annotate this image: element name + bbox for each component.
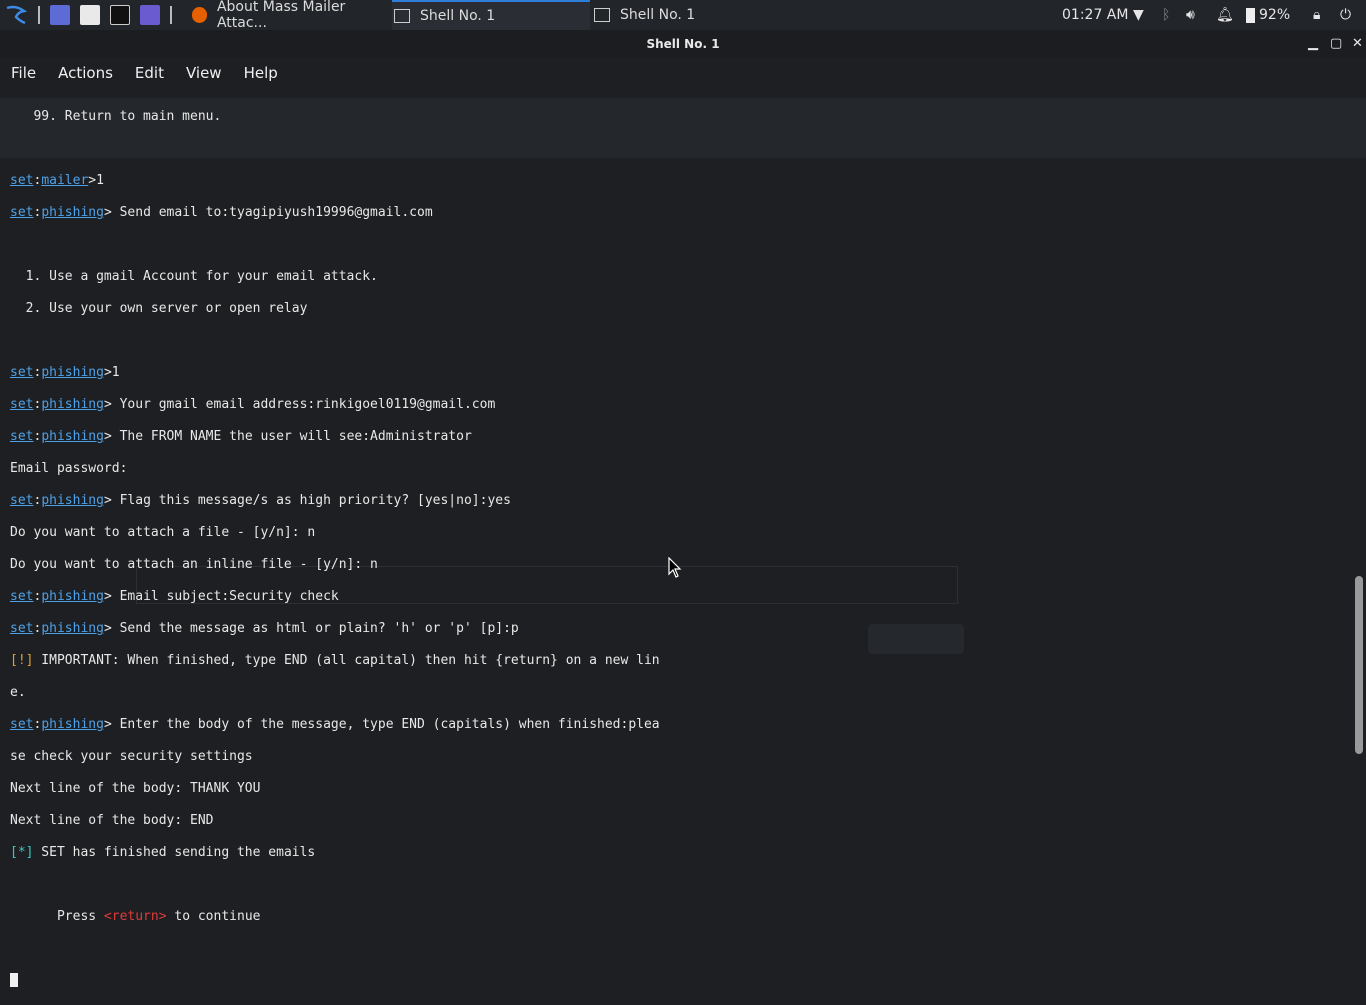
terminal-icon [594,8,610,22]
logout-icon[interactable]: ⏻ [1340,7,1351,23]
menubar: File Actions Edit View Help [0,60,289,84]
terminal-output[interactable]: 99. Return to main menu. set:mailer>1 se… [10,93,1350,1005]
battery-icon[interactable] [1246,7,1255,23]
terminal-line: set:phishing> The FROM NAME the user wil… [10,429,472,444]
close-button[interactable]: ✕ [1352,36,1363,51]
firefox-icon [192,7,207,23]
terminal-line: [!] IMPORTANT: When finished, type END (… [10,653,660,668]
volume-icon[interactable]: 🔊︎ [1186,7,1195,23]
terminal-line: set:phishing>1 [10,365,120,380]
terminal-line: set:phishing> Send email to:tyagipiyush1… [10,205,433,220]
menu-edit[interactable]: Edit [124,60,175,84]
terminal-line: Press <return> to continue [10,909,261,924]
window-title: Shell No. 1 [646,37,720,51]
bluetooth-icon[interactable]: ᛒ [1162,7,1170,23]
top-panel: About Mass Mailer Attac... Shell No. 1 S… [0,0,1366,31]
window-titlebar[interactable]: Shell No. 1 [0,30,1366,58]
terminal-line: Email password: [10,461,128,476]
terminal-line: set:phishing> Enter the body of the mess… [10,717,660,732]
minimize-button[interactable]: ▁ [1308,36,1318,51]
terminal-line: 99. Return to main menu. [10,109,222,124]
terminal-launcher-icon[interactable] [110,5,130,25]
notification-bell-icon[interactable]: 🔔︎ [1216,7,1234,23]
terminal-line: 2. Use your own server or open relay [10,301,308,316]
desktop-icon[interactable] [50,5,70,25]
task-firefox[interactable]: About Mass Mailer Attac... [192,0,388,31]
terminal-icon [394,9,410,23]
terminal-cursor [10,973,18,987]
lock-icon[interactable]: 🔒︎ [1313,7,1320,23]
menu-view[interactable]: View [175,60,233,84]
wifi-icon[interactable]: ▼ [1133,7,1144,23]
terminal-line: set:mailer>1 [10,173,104,188]
scrollbar[interactable] [1355,576,1363,754]
screen-recorder-icon[interactable] [140,5,160,25]
terminal-line: se check your security settings [10,749,253,764]
menu-help[interactable]: Help [233,60,289,84]
terminal-cursor-line[interactable] [10,973,1350,989]
terminal-line: Next line of the body: END [10,813,214,828]
menu-file[interactable]: File [0,60,47,84]
terminal-line: Next line of the body: THANK YOU [10,781,261,796]
task-shell-1[interactable]: Shell No. 1 [392,0,590,30]
maximize-button[interactable]: ▢ [1330,36,1342,51]
kali-menu-icon[interactable] [4,3,28,27]
terminal-line: set:phishing> Email subject:Security che… [10,589,339,604]
terminal-line: e. [10,685,26,700]
terminal-line: set:phishing> Your gmail email address:r… [10,397,496,412]
terminal-line: Do you want to attach a file - [y/n]: n [10,525,316,540]
terminal-line: set:phishing> Send the message as html o… [10,621,519,636]
terminal-line: [*] SET has finished sending the emails [10,845,316,860]
file-manager-icon[interactable] [80,5,100,25]
task-shell-2[interactable]: Shell No. 1 [594,0,794,30]
mouse-pointer-icon [668,556,682,583]
terminal-line: 1. Use a gmail Account for your email at… [10,269,378,284]
menu-actions[interactable]: Actions [47,60,124,84]
battery-percent: 92% [1259,7,1291,23]
clock[interactable]: 01:27 AM [1062,7,1128,23]
terminal-line: set:phishing> Flag this message/s as hig… [10,493,511,508]
